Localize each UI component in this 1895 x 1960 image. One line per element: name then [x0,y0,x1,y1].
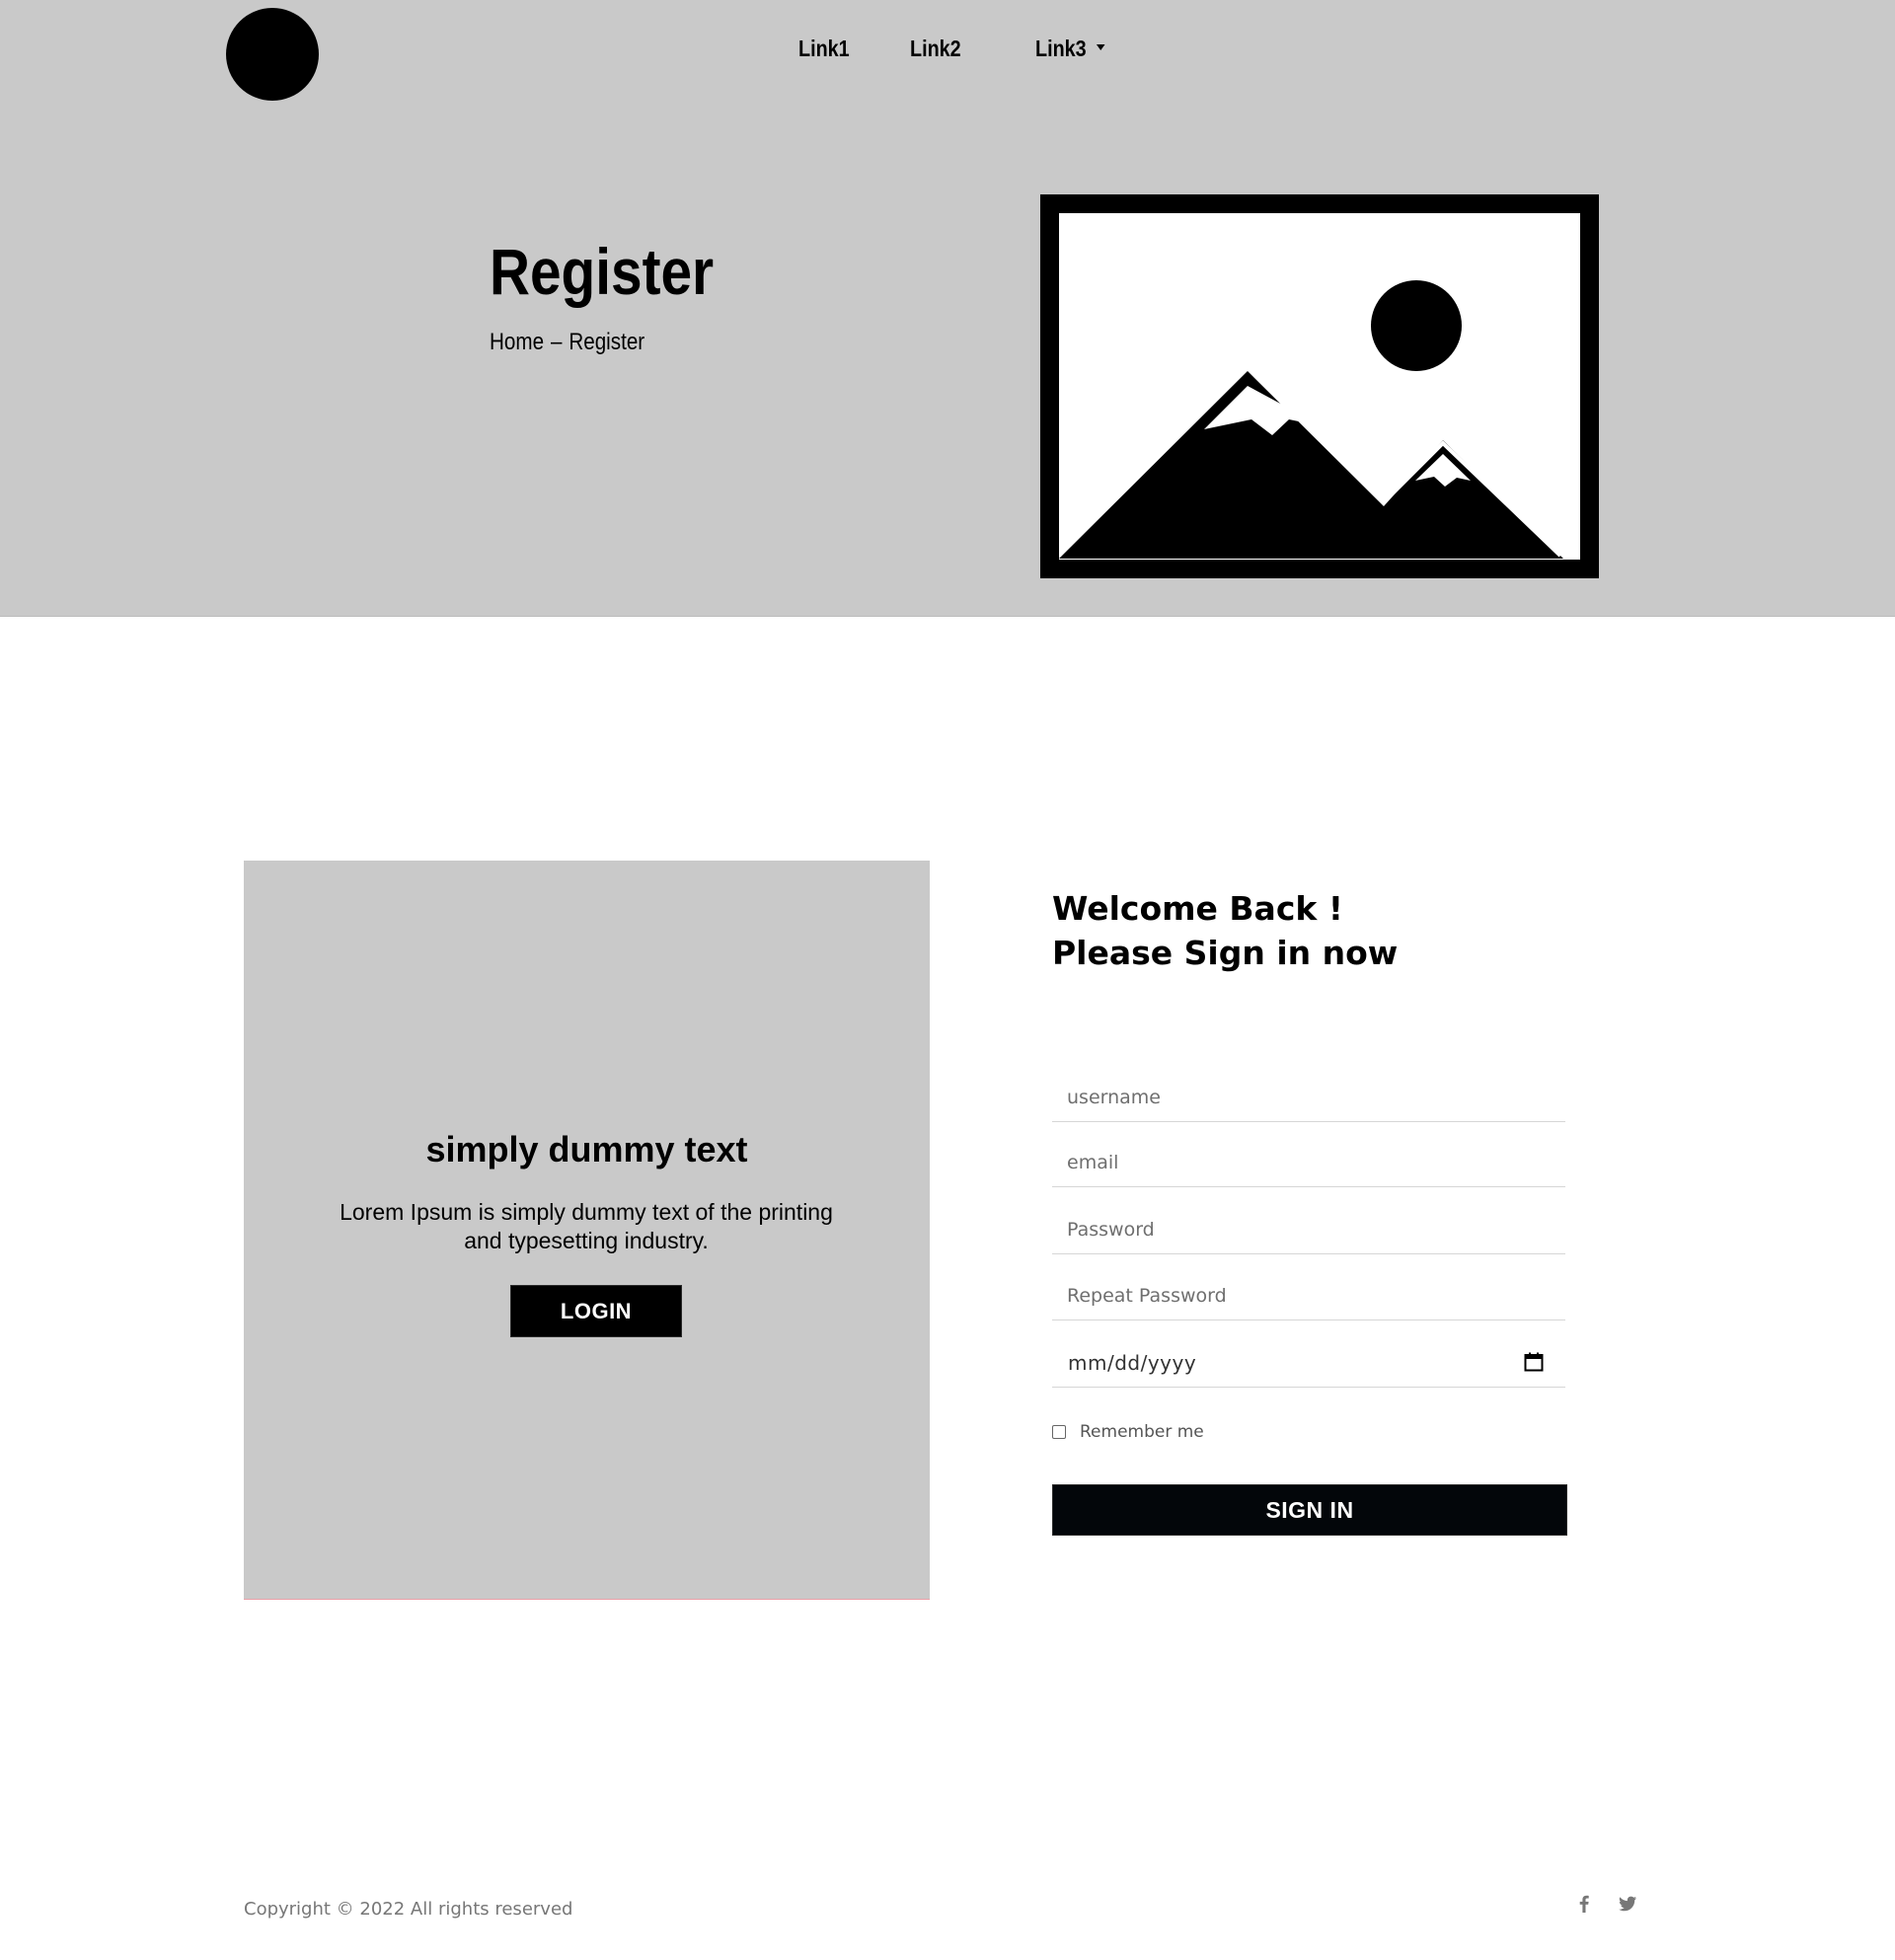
date-input[interactable]: mm/dd/yyyy [1052,1338,1565,1388]
hero-banner: Link1 Link2 Link3 Register Home – Register [0,0,1895,617]
sign-in-button[interactable]: SIGN IN [1052,1484,1567,1536]
repeat-password-input[interactable] [1052,1271,1565,1320]
page-title: Register [490,235,715,308]
twitter-icon[interactable] [1617,1893,1638,1915]
email-input[interactable] [1052,1138,1565,1187]
date-placeholder: mm/dd/yyyy [1068,1351,1197,1375]
form-heading: Welcome Back ! Please Sign in now [1052,886,1398,975]
form-heading-line-2: Please Sign in now [1052,934,1399,972]
logo[interactable] [226,8,319,101]
form-heading-line-1: Welcome Back ! [1052,889,1343,928]
breadcrumb-separator: – [550,329,563,355]
nav-link-2[interactable]: Link2 [910,36,961,62]
nav-link-3-dropdown[interactable]: Link3 [1035,36,1105,62]
username-input[interactable] [1052,1073,1565,1122]
promo-text: Lorem Ipsum is simply dummy text of the … [340,1199,833,1253]
breadcrumb-home[interactable]: Home [490,329,544,355]
breadcrumb: Home – Register [490,329,644,356]
nav-link-1[interactable]: Link1 [798,36,850,62]
nav-link-3-label: Link3 [1035,36,1087,61]
promo-title: simply dummy text [425,1129,748,1169]
facebook-icon[interactable] [1573,1893,1595,1915]
remember-me-label: Remember me [1080,1422,1204,1442]
calendar-icon[interactable] [1524,1352,1544,1372]
login-button[interactable]: LOGIN [510,1285,682,1337]
remember-me[interactable]: Remember me [1052,1422,1204,1442]
login-promo-panel: simply dummy text Lorem Ipsum is simply … [244,861,930,1600]
breadcrumb-current: Register [568,329,645,355]
chevron-down-icon [1096,43,1105,50]
remember-me-checkbox[interactable] [1052,1425,1066,1439]
password-input[interactable] [1052,1205,1565,1254]
copyright-text: Copyright © 2022 All rights reserved [244,1899,573,1920]
image-placeholder-icon [1040,194,1599,578]
